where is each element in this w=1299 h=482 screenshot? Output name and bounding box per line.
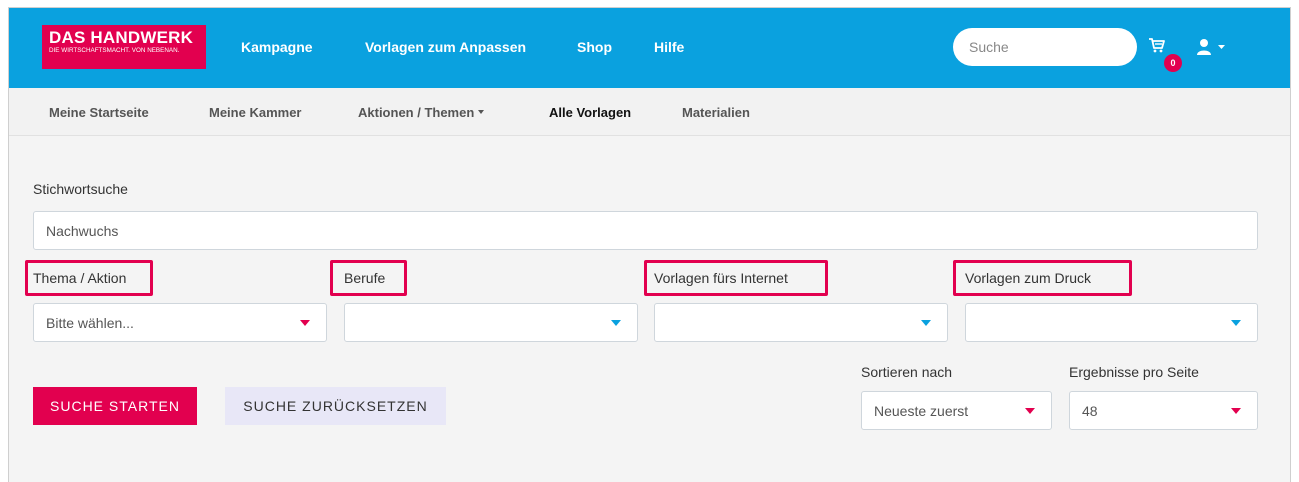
subnav-aktionen-themen[interactable]: Aktionen / Themen bbox=[358, 105, 485, 120]
keyword-search-field[interactable]: Nachwuchs bbox=[33, 211, 1258, 250]
top-navbar: DAS HANDWERK DIE WIRTSCHAFTSMACHT. VON N… bbox=[9, 8, 1290, 88]
brand-logo[interactable]: DAS HANDWERK DIE WIRTSCHAFTSMACHT. VON N… bbox=[42, 25, 206, 69]
user-menu-icon[interactable] bbox=[1197, 38, 1227, 56]
thema-aktion-value: Bitte wählen... bbox=[46, 315, 134, 331]
logo-subtitle: DIE WIRTSCHAFTSMACHT. VON NEBENAN. bbox=[49, 47, 180, 54]
nav-link-shop[interactable]: Shop bbox=[577, 39, 612, 55]
search-start-button[interactable]: SUCHE STARTEN bbox=[33, 387, 197, 425]
keyword-search-label: Stichwortsuche bbox=[33, 181, 128, 197]
berufe-select[interactable] bbox=[344, 303, 638, 342]
sort-label: Sortieren nach bbox=[861, 364, 953, 380]
cart-icon[interactable] bbox=[1147, 35, 1167, 55]
subnav-aktionen-themen-label: Aktionen / Themen bbox=[358, 105, 475, 120]
subnav-meine-kammer[interactable]: Meine Kammer bbox=[209, 105, 301, 120]
thema-aktion-label: Thema / Aktion bbox=[33, 270, 127, 286]
chevron-down-icon bbox=[478, 109, 485, 114]
per-page-value: 48 bbox=[1082, 403, 1098, 419]
secondary-navbar: Meine Startseite Meine Kammer Aktionen /… bbox=[9, 88, 1290, 136]
vorlagen-druck-select[interactable] bbox=[965, 303, 1258, 342]
vorlagen-internet-select[interactable] bbox=[654, 303, 948, 342]
per-page-label: Ergebnisse pro Seite bbox=[1069, 364, 1199, 380]
chevron-down-icon bbox=[1231, 320, 1241, 326]
berufe-label: Berufe bbox=[344, 270, 386, 286]
app-frame: DAS HANDWERK DIE WIRTSCHAFTSMACHT. VON N… bbox=[8, 7, 1291, 482]
nav-link-vorlagen-anpassen[interactable]: Vorlagen zum Anpassen bbox=[365, 39, 526, 55]
sort-value: Neueste zuerst bbox=[874, 403, 969, 419]
chevron-down-icon bbox=[921, 320, 931, 326]
search-reset-button[interactable]: SUCHE ZURÜCKSETZEN bbox=[225, 387, 446, 425]
nav-link-hilfe[interactable]: Hilfe bbox=[654, 39, 684, 55]
thema-aktion-select[interactable]: Bitte wählen... bbox=[33, 303, 327, 342]
sort-select[interactable]: Neueste zuerst bbox=[861, 391, 1052, 430]
keyword-search-value: Nachwuchs bbox=[46, 223, 119, 239]
per-page-select[interactable]: 48 bbox=[1069, 391, 1258, 430]
logo-title: DAS HANDWERK bbox=[49, 28, 194, 47]
vorlagen-internet-label: Vorlagen fürs Internet bbox=[654, 270, 788, 286]
chevron-down-icon bbox=[300, 320, 310, 326]
nav-link-kampagne[interactable]: Kampagne bbox=[241, 39, 313, 55]
subnav-meine-startseite[interactable]: Meine Startseite bbox=[49, 105, 149, 120]
search-input[interactable] bbox=[953, 28, 1137, 66]
chevron-down-icon bbox=[611, 320, 621, 326]
vorlagen-druck-label: Vorlagen zum Druck bbox=[965, 270, 1092, 286]
chevron-down-icon bbox=[1231, 408, 1241, 414]
chevron-down-icon bbox=[1025, 408, 1035, 414]
subnav-alle-vorlagen[interactable]: Alle Vorlagen bbox=[549, 105, 631, 120]
subnav-materialien[interactable]: Materialien bbox=[682, 105, 750, 120]
cart-count-badge: 0 bbox=[1164, 54, 1182, 72]
